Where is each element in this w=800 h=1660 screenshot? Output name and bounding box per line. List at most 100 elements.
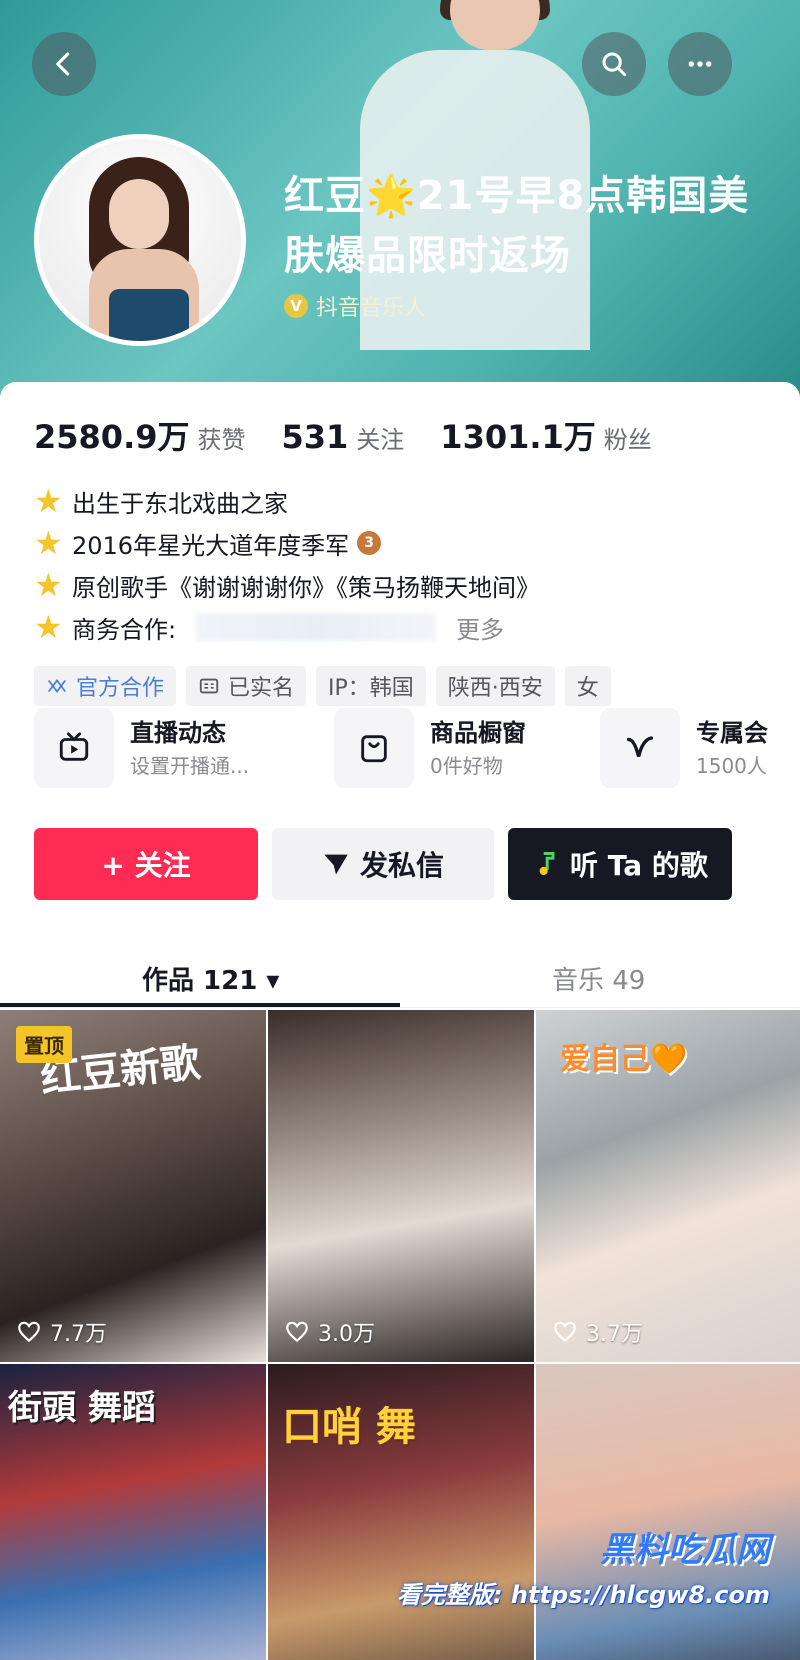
heart-icon: [286, 1321, 308, 1343]
id-card-icon: [199, 678, 219, 694]
feature-text: 商品橱窗 0件好物: [430, 715, 526, 781]
feature-title: 直播动态: [130, 719, 226, 747]
follow-button[interactable]: + 关注: [34, 828, 258, 900]
profile-page: 红豆🌟21号早8点韩国美肤爆品限时返场 V 抖音音乐人 2580.9万 获赞 5…: [0, 0, 800, 1660]
shopping-bag-icon: [361, 735, 387, 763]
bio: ★ 出生于东北戏曲之家 ★ 2016年星光大道年度季军 3 ★ 原创歌手《谢谢谢…: [34, 480, 774, 648]
video-overlay-text: 口哨 舞: [282, 1403, 416, 1450]
bio-line: ★ 出生于东北戏曲之家: [34, 480, 774, 522]
video-likes: 3.0万: [284, 1316, 375, 1348]
stat-following[interactable]: 531 关注: [282, 418, 405, 456]
feature-title: 专属会: [696, 719, 768, 747]
tag-label: 官方合作: [76, 676, 165, 701]
active-tab-indicator: [0, 1003, 400, 1007]
star-icon: ★: [34, 482, 63, 520]
bio-more-link[interactable]: 更多: [456, 610, 504, 645]
video-thumbnail[interactable]: 3.0万: [268, 1010, 534, 1362]
verified-label: 抖音音乐人: [316, 296, 427, 321]
video-thumbnail[interactable]: [536, 1364, 800, 1660]
likes-count: 3.0万: [318, 1322, 375, 1347]
v-logo-icon: [626, 736, 654, 757]
bronze-medal-icon: 3: [357, 531, 382, 555]
chevron-left-icon: [56, 52, 70, 76]
star-icon: ★: [34, 608, 63, 646]
back-button[interactable]: [32, 32, 96, 96]
watermark-title: 黑料吃瓜网: [600, 1530, 770, 1570]
tab-works[interactable]: 作品 121 ▾: [142, 948, 279, 1008]
likes-count: 7.7万: [50, 1322, 107, 1347]
music-note-icon: [539, 852, 555, 876]
tag-label: IP：韩国: [328, 676, 414, 701]
feature-icon-box: [34, 708, 114, 788]
stat-label: 获赞: [197, 426, 246, 454]
blurred-contact: [196, 613, 437, 641]
more-button[interactable]: [668, 32, 732, 96]
heart-icon: [554, 1321, 576, 1343]
message-label: 发私信: [359, 849, 444, 882]
avatar[interactable]: [34, 134, 246, 346]
stat-value: 1301.1万: [440, 418, 596, 456]
bio-line: ★ 商务合作: 更多: [34, 606, 774, 648]
bio-text: 原创歌手《谢谢谢谢你》《策马扬鞭天地间》: [72, 573, 540, 602]
stat-followers[interactable]: 1301.1万 粉丝: [440, 412, 652, 458]
stat-value: 2580.9万: [34, 418, 190, 456]
content-tabs: 作品 121 ▾ 音乐 49: [0, 948, 800, 1008]
stat-label: 关注: [356, 426, 405, 454]
send-icon: [324, 854, 348, 875]
video-overlay-text: 街頭 舞蹈: [8, 1388, 156, 1428]
feature-subtitle: 0件好物: [430, 754, 503, 778]
video-overlay-text: 爱自己🧡: [560, 1042, 688, 1077]
cooperation-icon: [48, 678, 66, 694]
feature-row: 直播动态 设置开播通... 商品橱窗 0件好物 专属会 1500人: [34, 708, 800, 798]
feature-exclusive[interactable]: 专属会 1500人: [600, 708, 768, 788]
profile-cover: 红豆🌟21号早8点韩国美肤爆品限时返场 V 抖音音乐人: [0, 0, 800, 400]
likes-count: 3.7万: [586, 1322, 643, 1347]
listen-songs-button[interactable]: 听 Ta 的歌: [508, 828, 732, 900]
video-thumbnail[interactable]: 红豆新歌 置顶 7.7万: [0, 1010, 266, 1362]
profile-tags: 官方合作 已实名 IP：韩国 陕西·西安 女: [34, 666, 621, 706]
profile-name: 红豆🌟21号早8点韩国美肤爆品限时返场: [284, 173, 750, 279]
feature-icon-box: [600, 708, 680, 788]
listen-label: 听 Ta 的歌: [570, 849, 708, 882]
action-buttons: + 关注 发私信 听 Ta 的歌: [34, 828, 746, 900]
video-thumbnail[interactable]: 口哨 舞: [268, 1364, 534, 1660]
bio-line: ★ 2016年星光大道年度季军 3: [34, 522, 774, 564]
bio-text: 商务合作:: [72, 615, 177, 644]
video-likes: 7.7万: [16, 1316, 107, 1348]
watermark: 黑料吃瓜网 看完整版: https://hlcgw8.com: [397, 1522, 770, 1610]
search-button[interactable]: [582, 32, 646, 96]
feature-icon-box: [334, 708, 414, 788]
tag-real-name[interactable]: 已实名: [186, 666, 307, 706]
bio-text: 2016年星光大道年度季军: [72, 531, 350, 560]
tag-label: 女: [576, 676, 599, 701]
feature-text: 直播动态 设置开播通...: [130, 715, 249, 781]
feature-subtitle: 1500人: [696, 754, 767, 778]
video-thumbnail[interactable]: 街頭 舞蹈: [0, 1364, 266, 1660]
feature-text: 专属会 1500人: [696, 715, 768, 781]
feature-shop[interactable]: 商品橱窗 0件好物: [334, 708, 526, 788]
bio-text: 出生于东北戏曲之家: [72, 489, 288, 518]
search-icon: [602, 52, 627, 77]
pinned-badge: 置顶: [16, 1026, 72, 1063]
tag-label: 已实名: [228, 676, 295, 701]
tag-official-cooperation[interactable]: 官方合作: [34, 666, 177, 706]
stat-value: 531: [281, 418, 349, 456]
stats-row: 2580.9万 获赞 531 关注 1301.1万 粉丝: [34, 412, 688, 458]
video-thumbnail[interactable]: 爱自己🧡 3.7万: [536, 1010, 800, 1362]
tv-icon: [59, 732, 89, 761]
tag-label: 陕西·西安: [447, 676, 543, 701]
tag-gender: 女: [564, 666, 611, 706]
bio-line: ★ 原创歌手《谢谢谢谢你》《策马扬鞭天地间》: [34, 564, 774, 606]
feature-subtitle: 设置开播通...: [130, 754, 250, 778]
tab-music[interactable]: 音乐 49: [552, 948, 645, 1008]
tag-region: 陕西·西安: [435, 666, 555, 706]
watermark-url: 看完整版: https://hlcgw8.com: [396, 1581, 770, 1609]
feature-live[interactable]: 直播动态 设置开播通...: [34, 708, 249, 788]
stat-label: 粉丝: [603, 426, 652, 454]
profile-card: 2580.9万 获赞 531 关注 1301.1万 粉丝 ★ 出生于东北戏曲之家…: [0, 382, 800, 1660]
stat-likes[interactable]: 2580.9万 获赞: [34, 412, 246, 458]
feature-title: 商品橱窗: [430, 719, 526, 747]
verified-badge: V 抖音音乐人: [284, 290, 426, 322]
verified-v-icon: V: [284, 294, 308, 318]
message-button[interactable]: 发私信: [272, 828, 494, 900]
